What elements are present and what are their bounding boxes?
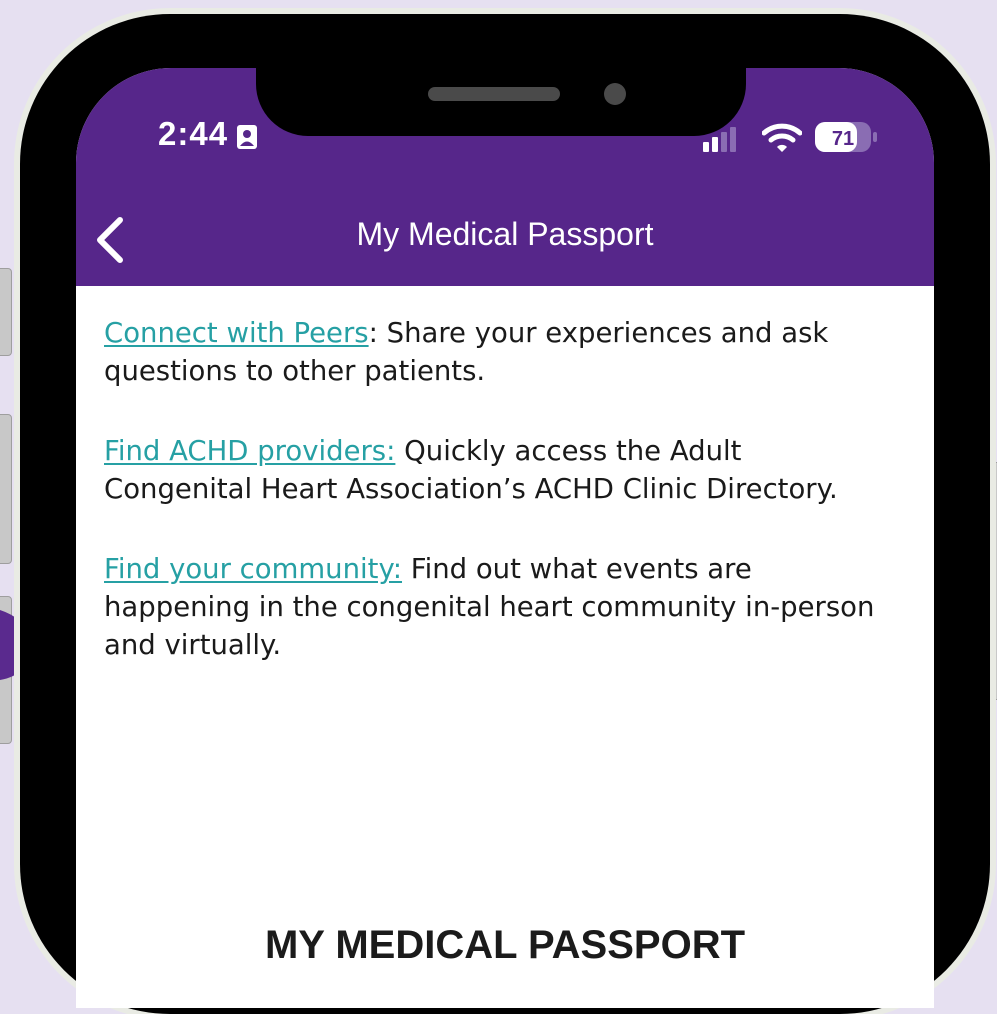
find-achd-providers-link[interactable]: Find ACHD providers: — [104, 435, 395, 467]
contact-card-icon — [237, 125, 257, 149]
phone-screen: 2:44 71 My Medical Passport Connect with… — [76, 68, 934, 1008]
battery-level: 71 — [831, 128, 855, 150]
front-camera — [604, 83, 626, 105]
side-button-top — [0, 268, 12, 356]
side-button-middle — [0, 414, 12, 564]
status-time: 2:44 — [158, 115, 229, 152]
list-item: Find ACHD providers: Quickly access the … — [104, 432, 884, 508]
speaker-grille — [428, 87, 560, 101]
phone-notch — [256, 68, 746, 136]
find-your-community-link[interactable]: Find your community: — [104, 553, 402, 585]
wifi-icon — [762, 123, 802, 152]
list-item: Find your community: Find out what event… — [104, 550, 884, 664]
connect-with-peers-link[interactable]: Connect with Peers — [104, 317, 369, 349]
passport-heading: MY MEDICAL PASSPORT — [264, 923, 746, 967]
app-header: 2:44 71 My Medical Passport — [76, 68, 934, 286]
page-title: My Medical Passport — [356, 216, 654, 252]
content-body: Connect with Peers: Share your experienc… — [104, 314, 884, 706]
list-item: Connect with Peers: Share your experienc… — [104, 314, 884, 390]
